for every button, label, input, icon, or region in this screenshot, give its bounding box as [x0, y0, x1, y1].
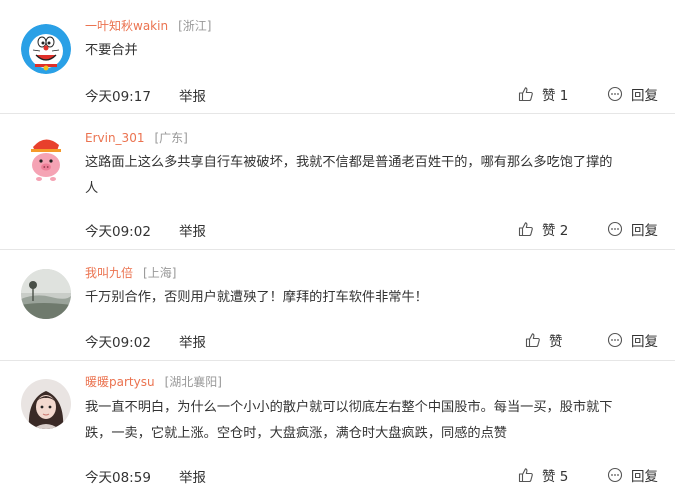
report-button[interactable]: 举报 [179, 85, 206, 105]
username-link[interactable]: 暖暖partysu [85, 375, 155, 389]
comment-time: 今天09:02 [85, 224, 151, 240]
doraemon-avatar-icon[interactable] [21, 24, 71, 74]
reply-button[interactable]: 回复 [607, 465, 658, 485]
comment-divider [0, 360, 675, 361]
like-count: 2 [559, 223, 569, 239]
location-label: [浙江] [178, 19, 212, 33]
like-label: 赞 [549, 334, 563, 350]
pig-avatar-icon[interactable] [21, 133, 71, 183]
comment-time: 今天09:02 [85, 335, 151, 351]
comment-divider [0, 249, 675, 250]
report-button[interactable]: 举报 [179, 331, 206, 351]
like-label: 赞 [542, 223, 556, 239]
comment-meta: 我叫九倍 [上海] [85, 262, 176, 280]
comment-bubble-icon [607, 467, 623, 483]
thumbs-up-icon [518, 468, 533, 483]
comment-text: 这路面上这么多共享自行车被破坏，我就不信都是普通老百姓干的，哪有那么多吃饱了撑的… [85, 155, 613, 196]
like-count: 5 [559, 469, 569, 485]
like-button[interactable]: 赞 1 [518, 84, 568, 104]
landscape-avatar-icon[interactable] [21, 269, 71, 319]
comment-time: 今天09:17 [85, 89, 151, 105]
reply-label: 回复 [631, 88, 658, 104]
location-label: [湖北襄阳] [164, 375, 222, 389]
username-link[interactable]: 我叫九倍 [85, 266, 133, 280]
username-link[interactable]: 一叶知秋wakin [85, 19, 168, 33]
reply-button[interactable]: 回复 [607, 330, 658, 350]
girl-portrait-avatar-icon[interactable] [21, 379, 71, 429]
comment-text: 千万别合作，否则用户就遭殃了！摩拜的打车软件非常牛！ [85, 290, 428, 305]
comment-meta: Ervin_301 [广东] [85, 127, 188, 145]
reply-button[interactable]: 回复 [607, 219, 658, 239]
comment-bubble-icon [607, 221, 623, 237]
reply-label: 回复 [631, 469, 658, 485]
like-label: 赞 [542, 469, 556, 485]
comment-meta: 暖暖partysu [湖北襄阳] [85, 371, 222, 389]
comment-bubble-icon [607, 86, 623, 102]
thumbs-up-icon [518, 87, 533, 102]
comment-text: 不要合并 [85, 43, 138, 58]
comment-meta: 一叶知秋wakin [浙江] [85, 15, 211, 33]
like-button[interactable]: 赞 5 [518, 465, 568, 485]
thumbs-up-icon [518, 222, 533, 237]
report-button[interactable]: 举报 [179, 466, 206, 486]
like-button[interactable]: 赞 2 [518, 219, 568, 239]
comment-time: 今天08:59 [85, 470, 151, 486]
reply-button[interactable]: 回复 [607, 84, 658, 104]
reply-label: 回复 [631, 334, 658, 350]
comment-text: 我一直不明白，为什么一个小小的散户就可以彻底左右整个中国股市。每当一买，股市就下… [85, 400, 613, 441]
like-label: 赞 [542, 88, 556, 104]
like-count: 1 [559, 88, 569, 104]
comment-bubble-icon [607, 332, 623, 348]
comment-divider [0, 113, 675, 114]
report-button[interactable]: 举报 [179, 220, 206, 240]
location-label: [上海] [143, 266, 177, 280]
like-button[interactable]: 赞 [525, 330, 563, 350]
thumbs-up-icon [525, 333, 540, 348]
reply-label: 回复 [631, 223, 658, 239]
username-link[interactable]: Ervin_301 [85, 131, 144, 145]
location-label: [广东] [154, 131, 188, 145]
